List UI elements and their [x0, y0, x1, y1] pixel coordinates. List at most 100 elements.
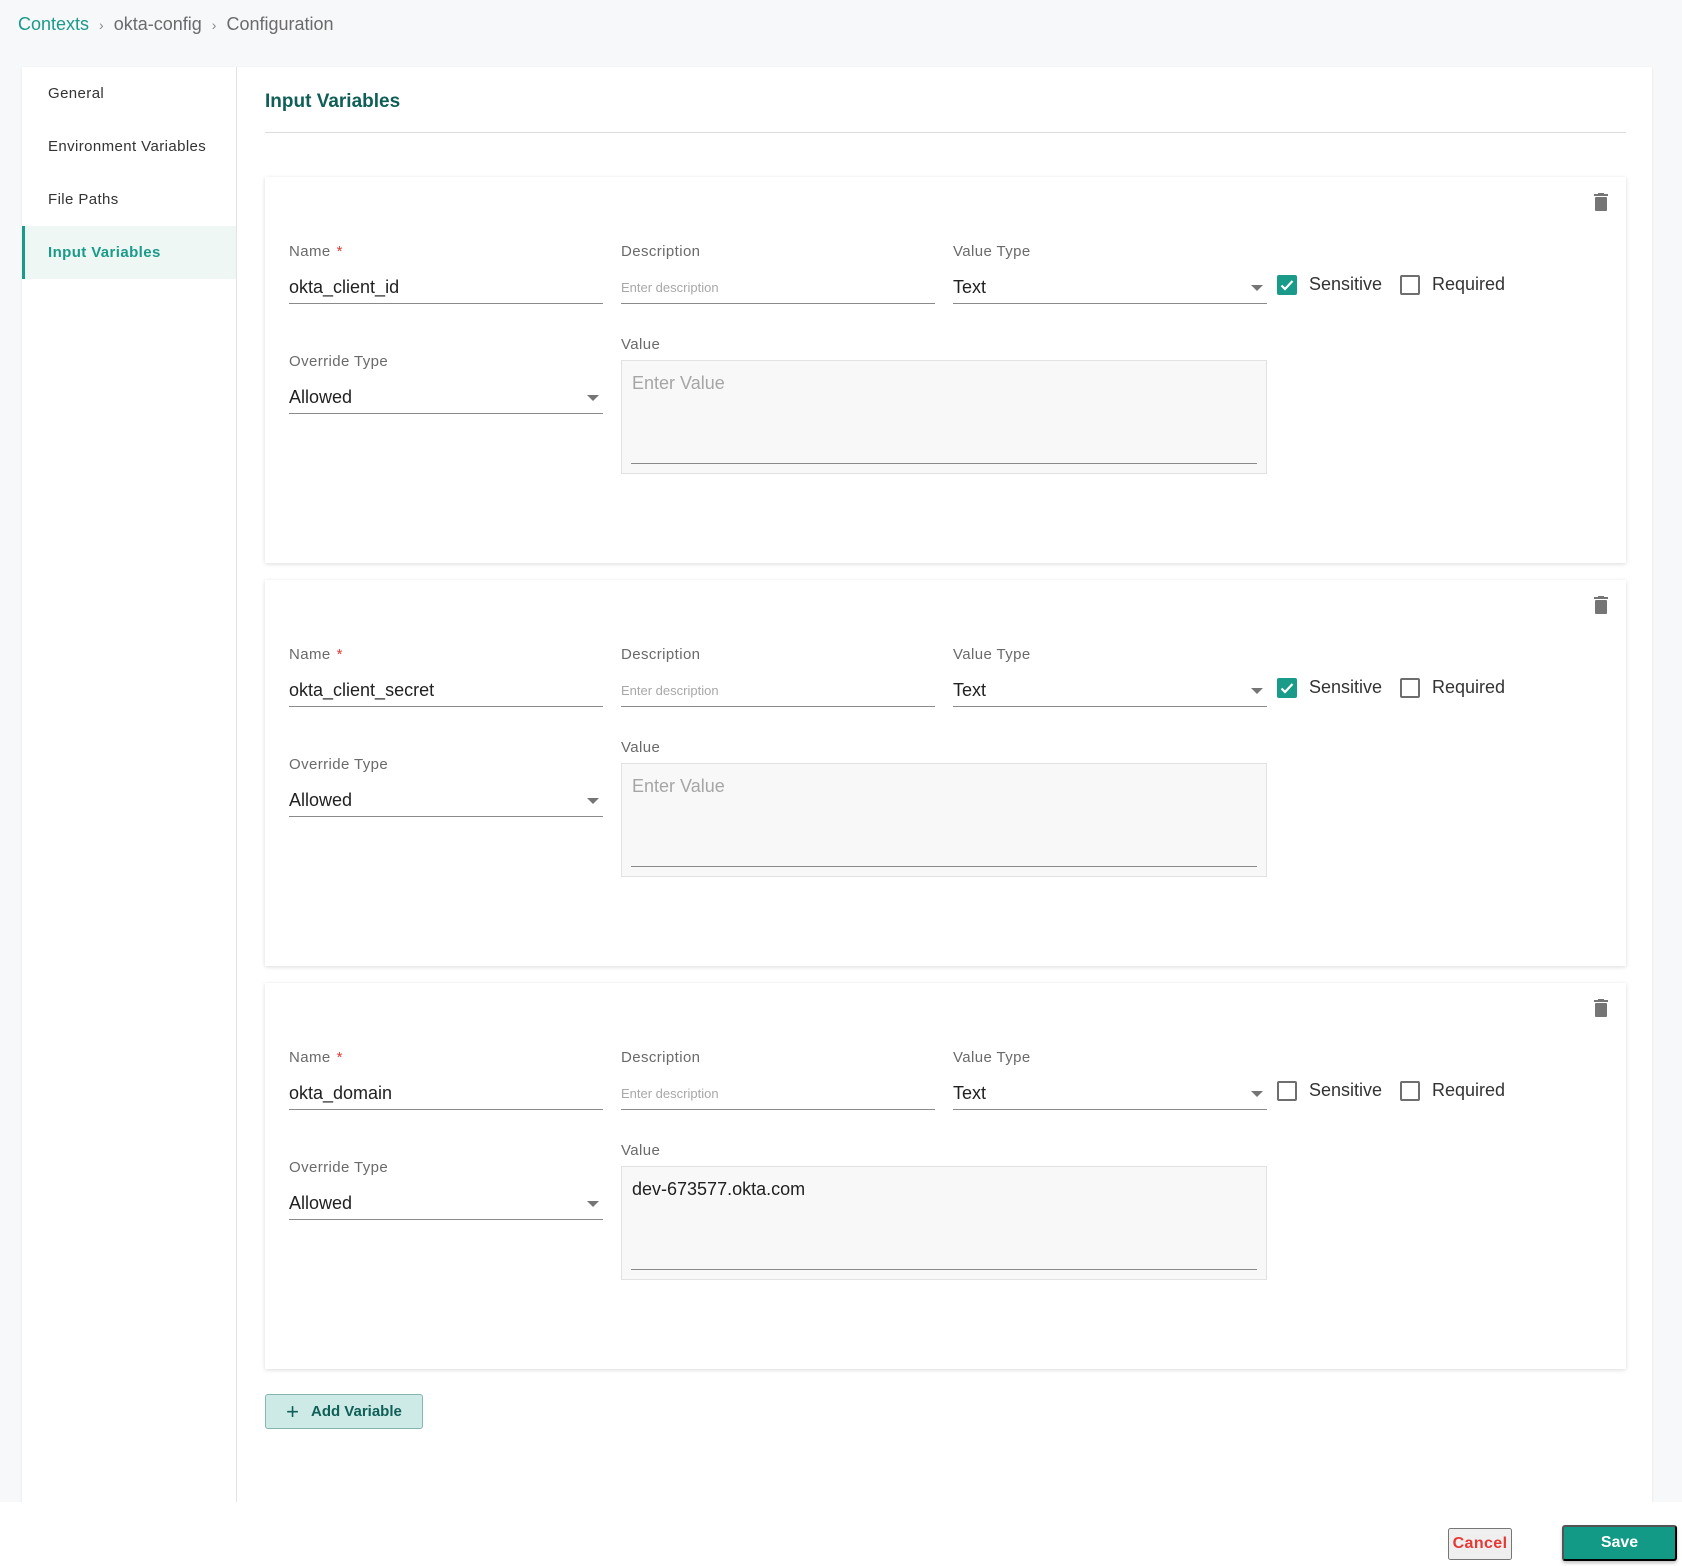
- sensitive-label: Sensitive: [1309, 1080, 1383, 1100]
- value-text: dev-673577.okta.com: [632, 1179, 806, 1199]
- value-text: Enter Value: [632, 776, 725, 796]
- value-type-label: Value Type: [953, 1049, 1031, 1066]
- cancel-button[interactable]: Cancel: [1448, 1528, 1512, 1560]
- override-type-value: Allowed: [289, 387, 353, 407]
- override-type-select[interactable]: Allowed: [289, 382, 603, 414]
- value-type-label: Value Type: [953, 646, 1031, 663]
- breadcrumb-separator: ›: [211, 16, 217, 33]
- override-type-field: Override Type Allowed: [289, 353, 603, 414]
- name-input[interactable]: okta_domain: [289, 1078, 603, 1110]
- sidebar-item-environment-variables[interactable]: Environment Variables: [22, 120, 236, 173]
- dropdown-caret-icon: [587, 394, 599, 401]
- required-label: Required: [1432, 1080, 1506, 1100]
- value-textarea[interactable]: dev-673577.okta.com: [621, 1166, 1267, 1280]
- dropdown-caret-icon: [587, 1200, 599, 1207]
- delete-icon[interactable]: [1593, 193, 1609, 211]
- sidebar-item-file-paths[interactable]: File Paths: [22, 173, 236, 226]
- name-field: Name * okta_client_id: [289, 243, 603, 304]
- add-variable-label: Add Variable: [310, 1403, 402, 1420]
- value-textarea[interactable]: Enter Value: [621, 763, 1267, 877]
- value-text: Enter Value: [632, 373, 725, 393]
- checkbox-checked-icon: [1277, 274, 1297, 295]
- sensitive-checkbox[interactable]: Sensitive: [1277, 677, 1382, 698]
- checkbox-icon: [1400, 677, 1420, 698]
- sidebar-item-input-variables[interactable]: Input Variables: [22, 226, 236, 279]
- description-label: Description: [621, 1049, 701, 1066]
- value-type-field: Value Type Text: [953, 1049, 1267, 1110]
- value-type-field: Value Type Text: [953, 646, 1267, 707]
- checkbox-icon: [1277, 1080, 1297, 1101]
- value-type-value: Text: [953, 277, 987, 297]
- value-textarea[interactable]: Enter Value: [621, 360, 1267, 474]
- sensitive-label: Sensitive: [1309, 677, 1383, 697]
- value-type-value: Text: [953, 680, 987, 700]
- dropdown-caret-icon: [1251, 687, 1263, 694]
- name-field: Name * okta_domain: [289, 1049, 603, 1110]
- save-button[interactable]: Save: [1562, 1525, 1677, 1561]
- breadcrumb-contexts[interactable]: Contexts: [18, 14, 89, 35]
- override-type-label: Override Type: [289, 353, 389, 370]
- breadcrumb: Contexts › okta-config › Configuration: [18, 14, 334, 35]
- override-type-label: Override Type: [289, 1159, 389, 1176]
- dropdown-caret-icon: [1251, 1090, 1263, 1097]
- value-type-field: Value Type Text: [953, 243, 1267, 304]
- delete-icon[interactable]: [1593, 999, 1609, 1017]
- value-type-select[interactable]: Text: [953, 1078, 1267, 1110]
- breadcrumb-current: Configuration: [226, 14, 334, 34]
- required-checkbox[interactable]: Required: [1400, 274, 1505, 295]
- override-type-label: Override Type: [289, 756, 389, 773]
- override-type-select[interactable]: Allowed: [289, 1188, 603, 1220]
- description-field: Description Enter description: [621, 1049, 935, 1110]
- name-label: Name: [289, 646, 331, 663]
- plus-icon: +: [286, 1398, 299, 1424]
- required-checkbox[interactable]: Required: [1400, 1080, 1505, 1101]
- breadcrumb-separator: ›: [99, 16, 104, 33]
- description-input[interactable]: Enter description: [621, 1078, 935, 1110]
- override-type-value: Allowed: [289, 790, 353, 810]
- name-input[interactable]: okta_client_secret: [289, 675, 603, 707]
- title-divider: [265, 132, 1626, 133]
- sidebar: General Environment Variables File Paths…: [22, 67, 237, 1502]
- value-type-label: Value Type: [953, 243, 1031, 260]
- required-asterisk: *: [336, 243, 343, 260]
- value-underline: [631, 1269, 1257, 1270]
- required-asterisk: *: [336, 646, 343, 663]
- value-label: Value: [621, 739, 661, 756]
- override-type-field: Override Type Allowed: [289, 1159, 603, 1220]
- checkbox-checked-icon: [1277, 677, 1297, 698]
- description-input[interactable]: Enter description: [621, 675, 935, 707]
- sensitive-checkbox[interactable]: Sensitive: [1277, 1080, 1382, 1101]
- configuration-panel: General Environment Variables File Paths…: [22, 67, 1652, 1502]
- value-type-value: Text: [953, 1083, 987, 1103]
- delete-icon[interactable]: [1593, 596, 1609, 614]
- sensitive-checkbox[interactable]: Sensitive: [1277, 274, 1382, 295]
- dropdown-caret-icon: [587, 797, 599, 804]
- value-type-select[interactable]: Text: [953, 272, 1267, 304]
- add-variable-button[interactable]: + Add Variable: [265, 1394, 423, 1429]
- section-title: Input Variables: [265, 91, 401, 112]
- value-type-select[interactable]: Text: [953, 675, 1267, 707]
- checkbox-icon: [1400, 1080, 1420, 1101]
- variable-card: Name * okta_client_secret Description Ent…: [265, 580, 1626, 966]
- description-input[interactable]: Enter description: [621, 272, 935, 304]
- value-underline: [631, 866, 1257, 867]
- value-label: Value: [621, 1142, 661, 1159]
- required-checkbox[interactable]: Required: [1400, 677, 1505, 698]
- variable-card: Name * okta_domain Description Enter desc…: [265, 983, 1626, 1369]
- override-type-select[interactable]: Allowed: [289, 785, 603, 817]
- breadcrumb-context-name[interactable]: okta-config: [114, 14, 202, 35]
- description-field: Description Enter description: [621, 243, 935, 304]
- dropdown-caret-icon: [1251, 284, 1263, 291]
- name-field: Name * okta_client_secret: [289, 646, 603, 707]
- description-label: Description: [621, 646, 701, 663]
- name-input[interactable]: okta_client_id: [289, 272, 603, 304]
- variable-card: Name * okta_client_id Description Enter d…: [265, 177, 1626, 563]
- description-field: Description Enter description: [621, 646, 935, 707]
- required-label: Required: [1432, 274, 1506, 294]
- required-asterisk: *: [336, 1049, 343, 1066]
- footer-bar: [0, 1502, 1682, 1566]
- override-type-field: Override Type Allowed: [289, 756, 603, 817]
- description-label: Description: [621, 243, 701, 260]
- name-label: Name: [289, 1049, 331, 1066]
- sidebar-item-general[interactable]: General: [22, 67, 236, 120]
